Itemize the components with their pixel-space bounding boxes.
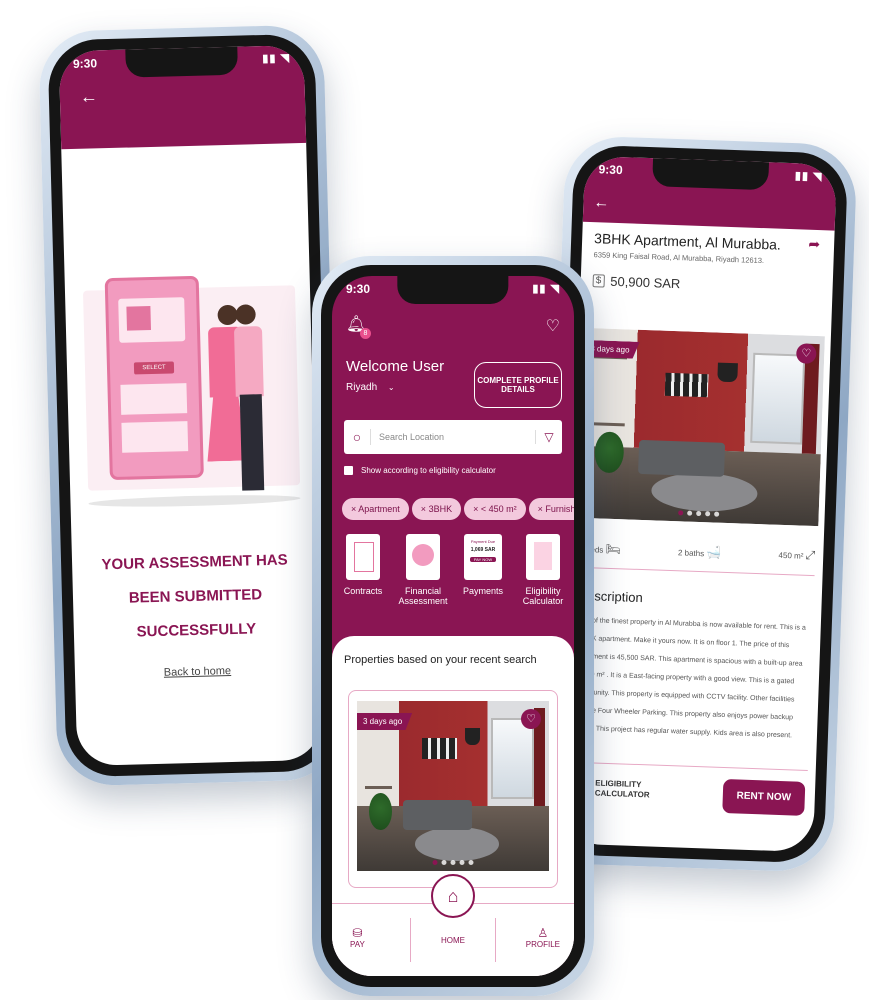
nav-profile[interactable]: ♙ PROFILE <box>526 926 560 949</box>
share-icon[interactable]: ➦ <box>808 236 820 253</box>
listing-age-badge: 3 days ago <box>357 713 413 730</box>
search-input[interactable]: Search Location <box>371 432 535 442</box>
quick-actions: Contracts Financial Assessment Payment D… <box>336 534 570 606</box>
tile-payments[interactable]: Payment Due 1,069 SAR PAY NOW Payments <box>456 534 510 606</box>
property-photo[interactable]: 3 days ago ♡ <box>578 327 825 527</box>
filter-chip[interactable]: × Apartment <box>342 498 409 520</box>
success-headline: YOUR ASSESSMENT HAS BEEN SUBMITTED SUCCE… <box>101 551 288 641</box>
financial-assessment-icon <box>406 534 440 580</box>
property-card[interactable]: 3 days ago ♡ <box>348 690 558 888</box>
back-to-home-link[interactable]: Back to home <box>75 663 320 681</box>
property-photo[interactable]: 3 days ago ♡ <box>357 701 549 871</box>
pay-icon: ⛁ <box>352 926 363 940</box>
bath-icon: 🛁 <box>706 544 722 560</box>
area-size: 450 m² <box>778 550 804 561</box>
chevron-down-icon: ⌄ <box>387 383 395 392</box>
heart-icon[interactable]: ♡ <box>546 316 560 336</box>
home-header: 🔔︎ 8 ♡ Welcome User Riyadh ⌄ COMPLETE PR… <box>332 276 574 620</box>
signal-icon: ▮▮ ◥ <box>794 170 823 184</box>
payments-icon: Payment Due 1,069 SAR PAY NOW <box>464 534 502 580</box>
search-bar[interactable]: ○ Search Location ▽ <box>344 420 562 454</box>
section-title: Properties based on your recent search <box>344 654 537 666</box>
nav-home[interactable]: ⌂ HOME <box>431 874 475 945</box>
status-time: 9:30 <box>72 56 98 71</box>
home-icon: ⌂ <box>431 874 475 918</box>
bottom-nav: ⛁ PAY ⌂ HOME ♙ PROFILE <box>332 874 574 976</box>
heart-icon[interactable]: ♡ <box>521 709 541 729</box>
left-phone-mockup: 9:30 ▮▮ ◥ ← SELECT YOUR ASSESSMENT HAS B… <box>38 24 343 787</box>
city-selector[interactable]: Riyadh ⌄ <box>346 382 395 393</box>
filter-chip[interactable]: × Furnished <box>528 498 574 520</box>
property-price: 50,900 SAR <box>610 273 681 292</box>
price-tag-icon: $ <box>592 274 605 288</box>
center-phone-mockup: 9:30 ▮▮ ◥ 🔔︎ 8 ♡ Welcome User Riyadh ⌄ C… <box>312 256 594 996</box>
filter-chip[interactable]: × 3BHK <box>411 498 462 520</box>
status-time: 9:30 <box>598 162 623 178</box>
welcome-text: Welcome User <box>346 358 445 375</box>
search-icon: ○ <box>344 429 371 445</box>
bed-icon: 🛏 <box>605 541 622 556</box>
description-text: One of the finest property in Al Murabba… <box>572 616 806 740</box>
tile-eligibility-calculator[interactable]: Eligibility Calculator <box>516 534 570 606</box>
filter-chip[interactable]: × < 450 m² <box>464 498 526 520</box>
eligibility-calculator-icon <box>526 534 560 580</box>
tile-contracts[interactable]: Contracts <box>336 534 390 606</box>
carousel-dots[interactable] <box>432 860 474 865</box>
filter-icon[interactable]: ▽ <box>535 430 562 444</box>
couple-graphic <box>195 304 270 496</box>
checkbox-box[interactable] <box>344 466 353 475</box>
arrow-left-icon[interactable]: ← <box>80 86 99 107</box>
left-phone-screen: 9:30 ▮▮ ◥ ← SELECT YOUR ASSESSMENT HAS B… <box>58 44 323 767</box>
right-phone-screen: 9:30 ▮▮ ◥ ← 3BHK Apartment, Al Murabba. … <box>561 155 837 853</box>
property-features: 3 beds 🛏 2 baths 🛁 450 m² ⤢ <box>578 539 816 577</box>
complete-profile-button[interactable]: COMPLETE PROFILE DETAILS <box>474 362 562 408</box>
status-time: 9:30 <box>346 282 371 296</box>
select-button: SELECT <box>133 361 175 375</box>
center-phone-screen: 9:30 ▮▮ ◥ 🔔︎ 8 ♡ Welcome User Riyadh ⌄ C… <box>332 276 574 976</box>
arrow-left-icon[interactable]: ← <box>593 194 610 213</box>
signal-icon: ▮▮ ◥ <box>262 52 291 65</box>
tile-financial-assessment[interactable]: Financial Assessment <box>396 534 450 606</box>
eligibility-checkbox[interactable]: Show according to eligibility calculator <box>344 466 496 475</box>
filter-chips: × Apartment × 3BHK × < 450 m² × Furnishe… <box>342 498 574 520</box>
expand-icon: ⤢ <box>805 547 816 563</box>
tablet-graphic: SELECT <box>104 275 204 481</box>
profile-icon: ♙ <box>537 926 549 940</box>
rent-now-button[interactable]: RENT NOW <box>722 779 806 816</box>
nav-pay[interactable]: ⛁ PAY <box>350 926 365 949</box>
assessment-illustration: SELECT <box>82 245 301 510</box>
signal-icon: ▮▮ ◥ <box>532 283 560 295</box>
contracts-icon <box>346 534 380 580</box>
baths-count: 2 baths <box>677 547 705 558</box>
notification-count: 8 <box>360 328 371 339</box>
